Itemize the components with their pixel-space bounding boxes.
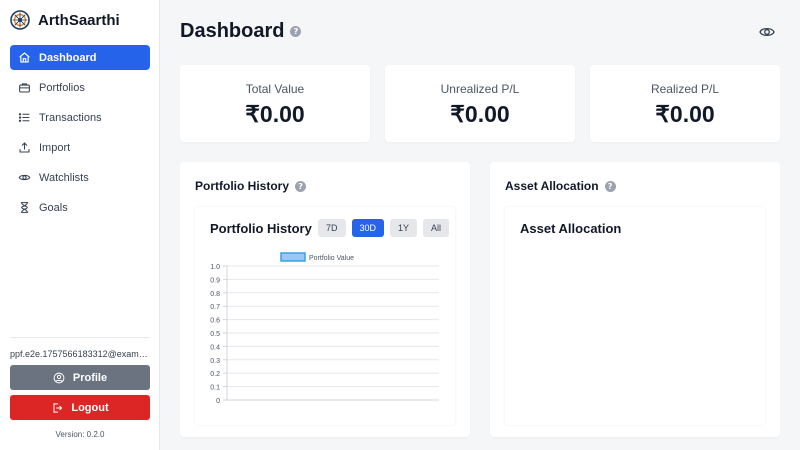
sidebar-divider [10,337,150,338]
sidebar-item-import[interactable]: Import [10,135,150,160]
portfolio-history-chart: 1.0 0.9 0.8 0.7 0.6 0.5 0.4 0.3 0.2 0.1 0 Portfolio… [210,252,439,405]
stat-value: ₹0.00 [655,101,715,127]
y-tick-label: 0.6 [210,318,220,325]
logout-button-label: Logout [71,401,109,414]
user-email: ppf.e2e.1757566183312@example.com [10,349,150,359]
panel-title-text: Portfolio History [195,179,290,193]
brand[interactable]: ArthSaarthi [10,8,120,32]
legend-swatch [280,252,306,262]
y-tick-label: 0.2 [210,371,220,378]
portfolio-history-chart-card: Portfolio History 7D 30D 1Y All 1.0 0.9 0.… [195,207,455,425]
logout-icon [53,402,63,413]
main-content: Dashboard ? Total Value ₹0.00 Unrealized… [160,0,800,450]
sidebar-item-label: Dashboard [39,51,97,64]
privacy-toggle-button[interactable] [758,24,776,40]
app-version: Version: 0.2.0 [55,430,105,439]
sidebar-nav: Dashboard Portfolios Transactions Import… [10,45,150,225]
page-title-text: Dashboard [180,20,285,42]
sidebar-item-label: Portfolios [39,81,85,94]
sidebar-item-label: Transactions [39,111,102,124]
sidebar-item-label: Goals [39,201,68,214]
panel-title: Portfolio History ? [195,179,307,193]
y-tick-label: 1.0 [210,264,220,271]
sidebar-item-watchlists[interactable]: Watchlists [10,165,150,190]
sidebar-item-dashboard[interactable]: Dashboard [10,45,150,70]
briefcase-icon [18,81,31,94]
question-icon[interactable]: ? [290,26,302,37]
stat-value: ₹0.00 [450,101,510,127]
stat-label: Unrealized P/L [440,82,520,96]
stat-card-total-value: Total Value ₹0.00 [180,65,370,142]
logout-button[interactable]: Logout [10,395,150,420]
asset-allocation-panel: Asset Allocation ? Asset Allocation [490,162,780,437]
legend-label: Portfolio Value [309,255,354,262]
y-tick-label: 0.4 [210,344,220,351]
sidebar: ArthSaarthi Dashboard Portfolios Transac… [0,0,160,450]
home-icon [18,51,31,64]
stat-card-unrealized-pl: Unrealized P/L ₹0.00 [385,65,575,142]
user-circle-icon [53,372,65,383]
portfolio-history-panel: Portfolio History ? Portfolio History 7D… [180,162,470,437]
stat-card-realized-pl: Realized P/L ₹0.00 [590,65,780,142]
upload-icon [18,141,31,154]
question-icon[interactable]: ? [604,180,616,192]
question-icon[interactable]: ? [295,180,307,192]
sidebar-item-label: Import [39,141,71,154]
chart-title: Asset Allocation [520,221,622,236]
hourglass-icon [18,201,31,214]
eye-icon [18,171,31,184]
stat-label: Realized P/L [650,82,720,96]
y-tick-label: 0.5 [210,331,220,338]
y-tick-label: 0 [216,398,220,405]
stat-value: ₹0.00 [245,101,305,127]
y-tick-label: 0.9 [210,277,220,284]
y-tick-label: 0.7 [210,304,220,311]
list-icon [18,111,31,124]
y-tick-label: 0.1 [210,385,220,392]
sidebar-item-transactions[interactable]: Transactions [10,105,150,130]
panel-title-text: Asset Allocation [505,179,599,193]
sidebar-item-portfolios[interactable]: Portfolios [10,75,150,100]
y-tick-label: 0.8 [210,291,220,298]
app-name: ArthSaarthi [38,11,120,29]
asset-allocation-chart-card: Asset Allocation [505,207,765,425]
page-title: Dashboard ? [180,20,302,43]
app-logo-icon [10,10,30,30]
panel-title: Asset Allocation ? [505,179,616,193]
y-tick-label: 0.3 [210,358,220,365]
eye-icon [759,27,775,37]
profile-button-label: Profile [72,371,108,384]
sidebar-item-goals[interactable]: Goals [10,195,150,220]
stat-label: Total Value [245,82,305,96]
profile-button[interactable]: Profile [10,365,150,390]
sidebar-item-label: Watchlists [39,171,89,184]
